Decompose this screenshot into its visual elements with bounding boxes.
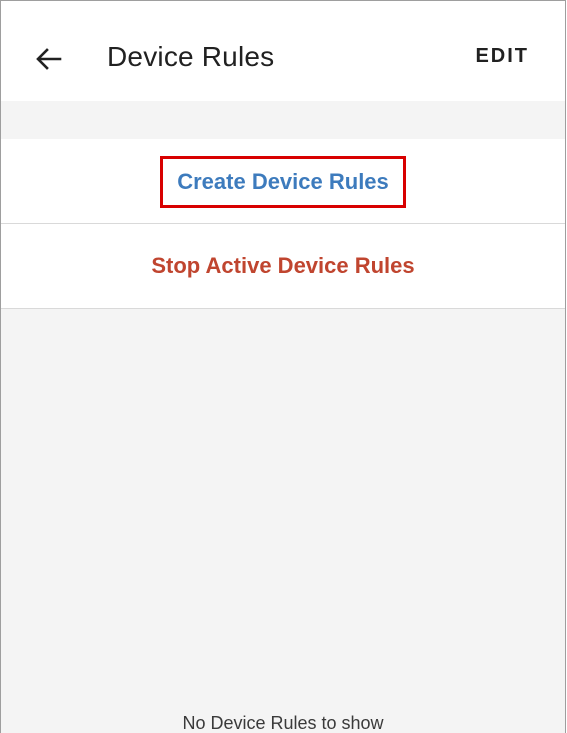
app-bar: Device Rules EDIT bbox=[1, 1, 565, 101]
arrow-left-icon bbox=[36, 48, 62, 70]
stop-active-device-rules-row[interactable]: Stop Active Device Rules bbox=[1, 224, 565, 309]
edit-button[interactable]: EDIT bbox=[475, 45, 529, 68]
rules-list-empty: No Device Rules to show bbox=[1, 309, 565, 733]
page-title: Device Rules bbox=[107, 41, 275, 72]
create-device-rules-button[interactable]: Create Device Rules bbox=[160, 156, 406, 208]
back-button[interactable] bbox=[27, 37, 71, 81]
stop-active-device-rules-button[interactable]: Stop Active Device Rules bbox=[151, 253, 414, 279]
create-device-rules-row[interactable]: Create Device Rules bbox=[1, 139, 565, 224]
empty-state-message: No Device Rules to show bbox=[182, 713, 384, 733]
device-rules-screen: Device Rules EDIT Create Device Rules St… bbox=[0, 0, 566, 733]
section-spacer bbox=[1, 101, 565, 139]
